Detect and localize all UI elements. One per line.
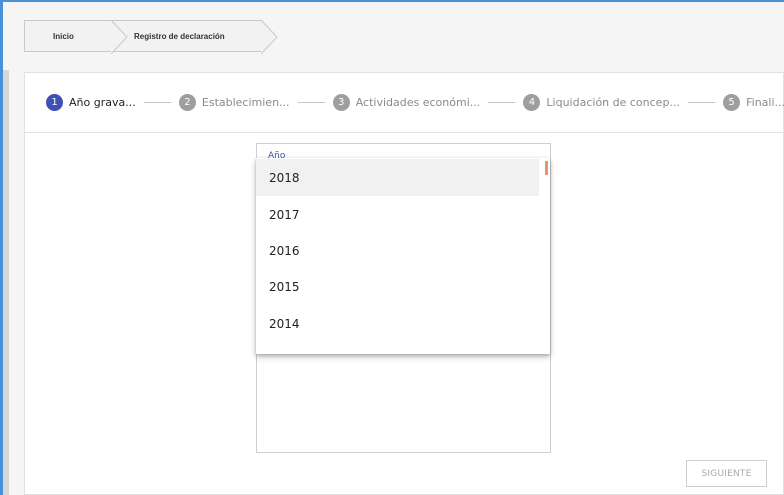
breadcrumb-item-label: Inicio	[53, 31, 74, 41]
step-number-badge: 5	[723, 94, 741, 111]
year-option[interactable]: 2017	[256, 196, 539, 233]
breadcrumb-item-registro[interactable]: Registro de declaración	[112, 20, 278, 54]
year-option-label: 2018	[269, 170, 300, 185]
stepper: 1 Año grava... 2 Establecimien... 3 Acti…	[25, 73, 784, 133]
step-number-badge: 2	[178, 94, 196, 111]
step-ano-gravable[interactable]: 1 Año grava...	[46, 94, 136, 111]
breadcrumb-item-label: Registro de declaración	[134, 31, 225, 41]
step-label: Establecimien...	[201, 96, 290, 109]
step-label: Actividades económi...	[355, 96, 481, 109]
year-dropdown-menu: 2018 2017 2016 2015 2014	[256, 158, 550, 354]
year-option[interactable]: 2014	[256, 305, 539, 342]
breadcrumb-chevron-icon	[111, 20, 128, 54]
step-number-badge: 1	[46, 94, 63, 111]
left-stripe	[3, 70, 9, 495]
year-option[interactable]: 2015	[256, 268, 539, 305]
breadcrumb-item-inicio[interactable]: Inicio	[24, 20, 128, 54]
step-finalizar[interactable]: 5 Finali...	[723, 94, 784, 111]
year-option-label: 2015	[269, 279, 300, 294]
breadcrumb-chevron-icon	[261, 20, 278, 54]
step-liquidacion[interactable]: 4 Liquidación de concep...	[523, 94, 680, 111]
step-number-badge: 3	[332, 94, 350, 111]
breadcrumb: Inicio Registro de declaración	[24, 20, 278, 54]
step-connector	[687, 102, 716, 103]
year-option-label: 2016	[269, 243, 300, 258]
step-establecimientos[interactable]: 2 Establecimien...	[178, 94, 290, 111]
dropdown-scrollbar[interactable]	[545, 161, 548, 175]
step-label: Liquidación de concep...	[546, 96, 680, 109]
step-label: Año grava...	[69, 96, 136, 109]
year-option[interactable]: 2016	[256, 232, 539, 269]
step-connector	[297, 102, 325, 103]
year-option-label: 2017	[269, 207, 300, 222]
step-actividades[interactable]: 3 Actividades económi...	[332, 94, 481, 111]
year-option-label: 2014	[269, 316, 300, 331]
step-connector	[488, 102, 516, 103]
step-number-badge: 4	[523, 94, 541, 111]
step-label: Finali...	[746, 96, 784, 109]
next-button[interactable]: SIGUIENTE	[686, 460, 767, 487]
year-option[interactable]: 2018	[256, 159, 539, 196]
step-connector	[143, 102, 171, 103]
